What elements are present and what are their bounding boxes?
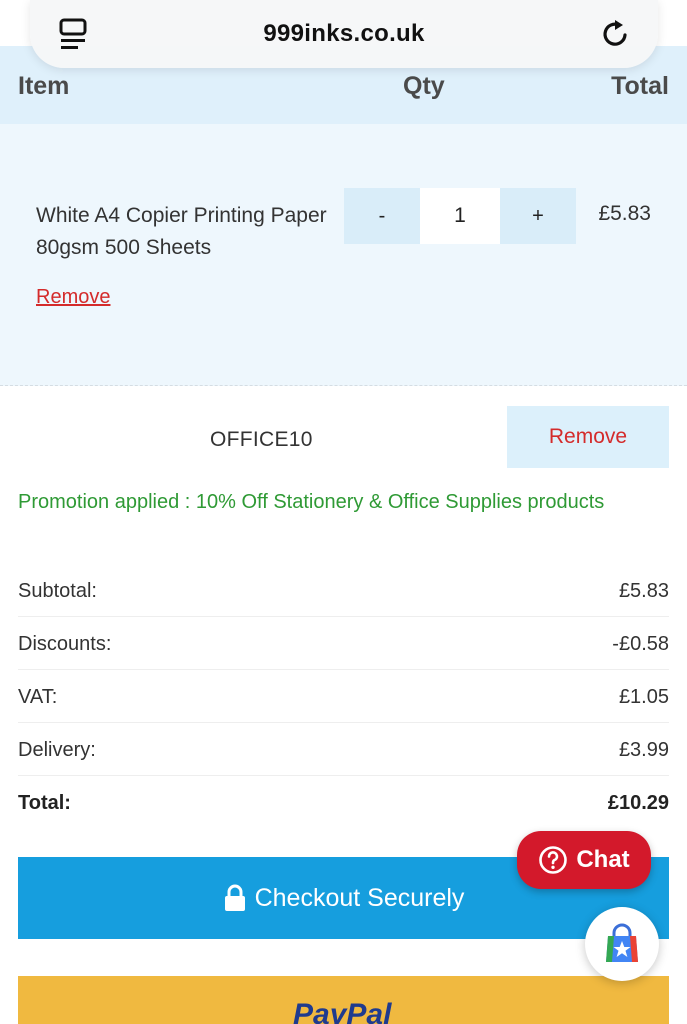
help-icon <box>539 846 568 874</box>
promotion-message: Promotion applied : 10% Off Stationery &… <box>18 491 605 513</box>
total-label: Total: <box>18 792 71 814</box>
discounts-value: -£0.58 <box>612 633 669 655</box>
url-domain[interactable]: 999inks.co.uk <box>30 20 658 48</box>
summary-row-vat: VAT: £1.05 <box>18 670 669 723</box>
paypal-button[interactable]: PayPal <box>18 976 669 1024</box>
total-value: £10.29 <box>607 792 669 814</box>
summary-row-subtotal: Subtotal: £5.83 <box>18 564 669 617</box>
product-name[interactable]: White A4 Copier Printing Paper 80gsm 500… <box>36 200 356 264</box>
column-header-total: Total <box>611 72 669 100</box>
cart-item-row: White A4 Copier Printing Paper 80gsm 500… <box>0 124 687 386</box>
quantity-stepper: - 1 + <box>344 188 582 244</box>
paypal-logo: PayPal <box>293 998 392 1024</box>
chat-button[interactable]: Chat <box>517 831 651 889</box>
vat-value: £1.05 <box>618 686 669 708</box>
lock-icon <box>224 884 245 911</box>
shopping-bag-star-icon <box>606 923 638 962</box>
delivery-label: Delivery: <box>18 739 96 761</box>
vat-label: VAT: <box>18 686 58 708</box>
increase-qty-button[interactable]: + <box>500 188 576 244</box>
browser-url-bar[interactable]: 999inks.co.uk <box>30 0 658 68</box>
column-header-qty: Qty <box>403 72 445 100</box>
remove-coupon-button[interactable]: Remove <box>507 406 669 468</box>
order-summary: Subtotal: £5.83 Discounts: -£0.58 VAT: £… <box>18 564 669 829</box>
coupon-code: OFFICE10 <box>210 428 313 451</box>
item-total-price: £5.83 <box>598 202 651 225</box>
subtotal-label: Subtotal: <box>18 580 97 602</box>
discounts-label: Discounts: <box>18 633 112 655</box>
quantity-input[interactable]: 1 <box>420 188 500 244</box>
delivery-value: £3.99 <box>618 739 669 761</box>
summary-row-total: Total: £10.29 <box>18 776 669 829</box>
reload-icon[interactable] <box>600 17 632 49</box>
summary-row-delivery: Delivery: £3.99 <box>18 723 669 776</box>
chat-label: Chat <box>576 846 630 873</box>
column-header-item: Item <box>18 72 70 100</box>
checkout-label: Checkout Securely <box>254 883 465 912</box>
subtotal-value: £5.83 <box>618 580 669 602</box>
summary-row-discounts: Discounts: -£0.58 <box>18 617 669 670</box>
remove-item-link[interactable]: Remove <box>36 286 110 309</box>
shop-badge[interactable] <box>585 907 659 981</box>
decrease-qty-button[interactable]: - <box>344 188 420 244</box>
